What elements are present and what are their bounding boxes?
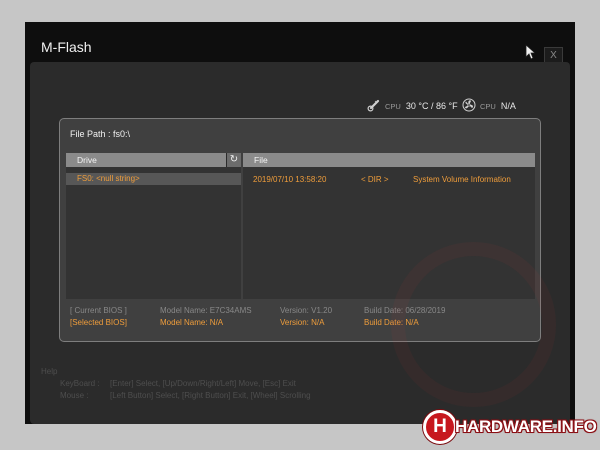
thermometer-icon — [367, 98, 381, 114]
hardware-info-logo: H HARDWARE.INFO — [423, 410, 597, 444]
current-bios-model: Model Name: E7C34AMS — [160, 306, 252, 315]
file-header: File — [243, 153, 535, 167]
file-type: < DIR > — [361, 175, 389, 184]
file-path: File Path : fs0:\ — [70, 129, 131, 139]
drive-pane[interactable]: Drive ↻ FS0: <null string> — [66, 153, 241, 299]
selected-bios-version: Version: N/A — [280, 318, 325, 327]
drive-header: Drive ↻ — [66, 153, 241, 167]
window-title: M-Flash — [41, 39, 92, 55]
selected-bios-label: [Selected BIOS] — [70, 318, 127, 327]
help-mouse-label: Mouse : — [60, 391, 89, 400]
file-name: System Volume Information — [413, 175, 511, 184]
help-title: Help — [41, 367, 58, 376]
cpu-fan-label: CPU — [480, 101, 496, 111]
cpu-temp-label: CPU — [385, 101, 401, 111]
refresh-button[interactable]: ↻ — [226, 153, 241, 167]
current-bios-version: Version: V1.20 — [280, 306, 333, 315]
help-keyboard-label: KeyBoard : — [60, 379, 100, 388]
drive-item[interactable]: FS0: <null string> — [66, 173, 241, 185]
refresh-icon: ↻ — [229, 154, 239, 165]
watermark-ring — [391, 242, 556, 407]
cpu-temp-value: 30 °C / 86 °F — [405, 101, 458, 111]
cpu-fan-value: N/A — [500, 101, 516, 111]
hardware-info-h-icon: H — [423, 410, 457, 444]
fan-icon — [462, 98, 476, 114]
help-keyboard-text: [Enter] Select, [Up/Down/Right/Left] Mov… — [110, 379, 296, 388]
cpu-temperature: CPU 30 °C / 86 °F — [367, 98, 458, 114]
file-date: 2019/07/10 13:58:20 — [253, 175, 327, 184]
current-bios-label: [ Current BIOS ] — [70, 306, 127, 315]
selected-bios-model: Model Name: N/A — [160, 318, 224, 327]
cpu-fan: CPU N/A — [462, 98, 516, 114]
hardware-info-text: HARDWARE.INFO — [455, 417, 597, 436]
help-mouse-text: [Left Button] Select, [Right Button] Exi… — [110, 391, 311, 400]
drive-header-label: Drive — [77, 155, 97, 165]
